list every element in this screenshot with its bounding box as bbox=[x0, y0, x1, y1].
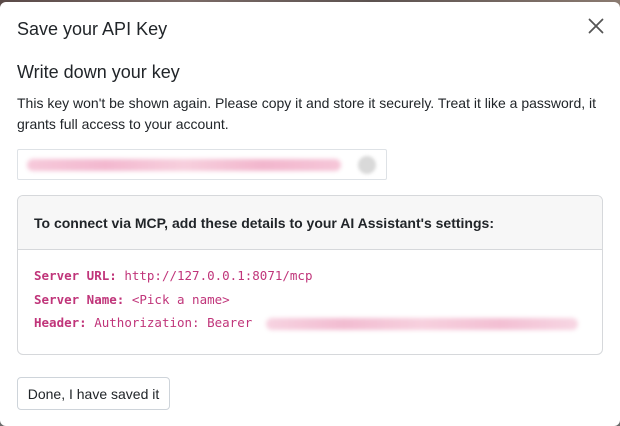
redacted-api-key bbox=[27, 159, 341, 171]
copy-icon[interactable] bbox=[358, 156, 376, 174]
section-heading: Write down your key bbox=[17, 62, 180, 82]
server-name-label: Server Name: bbox=[34, 292, 125, 307]
warning-description: This key won't be shown again. Please co… bbox=[17, 95, 597, 132]
header-value: Authorization: Bearer bbox=[94, 315, 253, 330]
server-name-value: <Pick a name> bbox=[131, 292, 230, 307]
close-button[interactable] bbox=[584, 14, 608, 38]
mcp-card-header-text: To connect via MCP, add these details to… bbox=[34, 215, 494, 231]
mcp-details-card: To connect via MCP, add these details to… bbox=[17, 195, 603, 355]
close-icon bbox=[588, 18, 604, 34]
server-name-line: Server Name: <Pick a name> bbox=[34, 292, 230, 307]
done-button[interactable]: Done, I have saved it bbox=[17, 377, 170, 410]
redacted-bearer-token bbox=[265, 317, 578, 330]
api-key-field[interactable] bbox=[17, 149, 387, 180]
modal-title: Save your API Key bbox=[17, 19, 168, 39]
server-url-line: Server URL: http://127.0.0.1:8071/mcp bbox=[34, 268, 312, 283]
server-url-value: http://127.0.0.1:8071/mcp bbox=[124, 268, 313, 283]
mcp-card-header: To connect via MCP, add these details to… bbox=[18, 196, 602, 250]
header-label: Header: bbox=[34, 315, 87, 330]
api-key-modal: Save your API Key Write down your key Th… bbox=[0, 2, 620, 426]
header-line: Header: Authorization: Bearer bbox=[34, 315, 578, 330]
server-url-label: Server URL: bbox=[34, 268, 117, 283]
